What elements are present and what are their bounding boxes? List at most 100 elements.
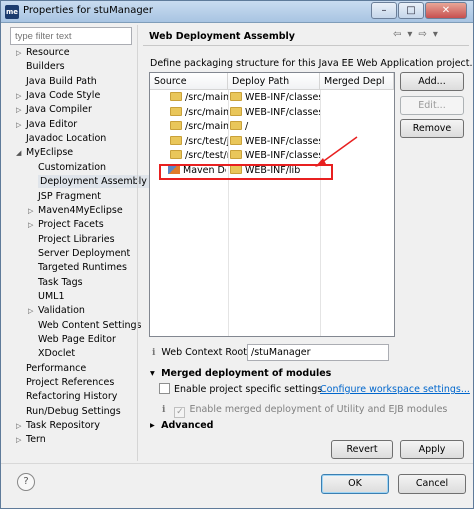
tree-item-label: Tern [26,434,46,446]
tree-item[interactable]: Web Content Settings [28,319,142,333]
folder-icon [170,92,182,101]
tree-item[interactable]: Run/Debug Settings [16,405,121,419]
tree-item-label: Web Page Editor [38,334,116,345]
cancel-button[interactable]: Cancel [398,474,466,494]
tree-item[interactable]: Performance [16,362,86,376]
maximize-button[interactable]: □ [398,2,424,19]
tree-item[interactable]: ▷ Resource [16,46,70,60]
add-button[interactable]: Add... [400,72,464,91]
column-header-deploy-path[interactable]: Deploy Path [228,73,320,90]
expand-arrow-icon[interactable]: ▷ [16,103,26,117]
tree-item[interactable]: Deployment Assembly [28,175,149,189]
tree-item[interactable]: ▷ Java Code Style [16,89,100,103]
advanced-section[interactable]: ▸ Advanced [150,420,214,431]
tree-item[interactable]: Customization [28,161,106,175]
expand-arrow-icon[interactable]: ▷ [16,89,26,103]
expand-arrow-icon[interactable]: ▷ [16,46,26,60]
back-arrow-icon[interactable]: ⇦ [393,29,401,40]
folder-icon [230,92,242,101]
expand-arrow-icon[interactable]: ▷ [16,433,26,447]
revert-button[interactable]: Revert [331,440,393,459]
tree-item[interactable]: ▷ Project Facets [28,218,104,232]
tree-item[interactable]: Web Page Editor [28,333,116,347]
tree-item[interactable]: Java Build Path [16,75,97,89]
tree-item[interactable]: ▷ Validation [28,304,85,318]
ok-button[interactable]: OK [321,474,389,494]
collapse-icon: ▾ [150,368,155,379]
merged-deployment-section[interactable]: ▾ Merged deployment of modules [150,368,331,379]
help-icon[interactable]: ? [17,473,35,491]
tree-item-label: Javadoc Location [26,133,107,145]
context-root-label: Web Context Root: [161,347,251,358]
folder-icon [230,150,242,160]
tree-item-label: Targeted Runtimes [38,262,127,274]
panel-divider[interactable] [137,25,138,461]
column-header-source[interactable]: Source [150,73,228,90]
tree-item[interactable]: Targeted Runtimes [28,261,127,275]
tree-item-label: Deployment Assembly [38,175,149,189]
deploy-path-text: WEB-INF/classes [245,92,320,103]
table-row[interactable]: /src/main/WEB-INF/classes [150,106,394,121]
configure-workspace-link[interactable]: Configure workspace settings... [320,384,470,395]
source-text: /src/test/ja [185,135,228,147]
forward-menu-icon[interactable]: ▾ [433,29,438,40]
merged-cell [322,91,392,106]
column-header-merged[interactable]: Merged Depl [320,73,394,90]
folder-icon [230,106,242,116]
expand-arrow-icon[interactable]: ▷ [16,419,26,433]
tree-item[interactable]: Refactoring History [16,390,117,404]
tree-item[interactable]: XDoclet [28,347,75,361]
filter-input[interactable] [10,27,132,45]
tree-item[interactable]: ▷ Task Repository [16,419,100,433]
expand-icon: ▸ [150,420,155,431]
merged-deployment-title: Merged deployment of modules [161,368,332,379]
forward-arrow-icon[interactable]: ⇨ [418,29,426,40]
tree-item[interactable]: ▷ Java Compiler [16,103,92,117]
close-button[interactable]: ✕ [425,2,467,19]
window-controls: – □ ✕ [370,2,467,19]
edit-button[interactable]: Edit... [400,96,464,115]
tree-item[interactable]: Javadoc Location [16,132,106,146]
tree-item[interactable]: Builders [16,60,65,74]
tree-item[interactable]: ▷ Java Editor [16,118,77,132]
tree-item[interactable]: ◢ MyEclipse [16,146,73,160]
expand-arrow-icon[interactable]: ▷ [16,118,26,132]
tree-item-label: Task Tags [38,276,83,288]
tree-item[interactable]: Server Deployment [28,247,130,261]
tree-item[interactable]: JSP Fragment [28,190,101,204]
tree-item-label: Java Code Style [26,90,101,102]
table-row[interactable]: /src/main/WEB-INF/classes [150,91,394,106]
tree-item-label: Java Build Path [26,75,97,87]
remove-button[interactable]: Remove [400,119,464,138]
context-root-row: i Web Context Root: [152,347,250,358]
tree-item[interactable]: Project Libraries [28,233,115,247]
title-bar[interactable]: me Properties for stuManager – □ ✕ [1,1,473,23]
expand-arrow-icon[interactable]: ▷ [28,304,38,318]
merged-utility-label: Enable merged deployment of Utility and … [189,404,448,415]
tree-item[interactable]: Project References [16,376,114,390]
folder-icon [230,121,242,131]
minimize-button[interactable]: – [371,2,397,19]
tree-item[interactable]: ▷ Tern [16,433,46,447]
tree-item[interactable]: UML1 [28,290,65,304]
tree-item-label: Task Repository [26,420,101,432]
expand-arrow-icon[interactable]: ◢ [16,146,26,160]
tree-item-label: Project Libraries [38,233,115,245]
folder-icon [170,135,182,145]
expand-arrow-icon[interactable]: ▷ [28,218,38,232]
properties-dialog: me Properties for stuManager – □ ✕ ▷Reso… [0,0,474,509]
tree-item[interactable]: ▷ Maven4MyEclipse [28,204,123,218]
context-root-input[interactable]: /stuManager [247,344,389,361]
tree-item-label: Resource [26,47,70,58]
apply-button[interactable]: Apply [400,440,464,459]
project-specific-row[interactable]: Enable project specific settings [159,383,322,395]
deploy-path-cell: WEB-INF/classes [230,91,320,106]
back-menu-icon[interactable]: ▾ [407,29,412,40]
deploy-path-cell: WEB-INF/classes [230,106,320,121]
expand-arrow-icon[interactable]: ▷ [28,204,38,218]
project-specific-checkbox[interactable] [159,383,170,394]
deployment-table[interactable]: Source Deploy Path Merged Depl /src/main… [149,72,395,337]
folder-icon [170,150,182,160]
header-separator [143,45,469,46]
tree-item[interactable]: Task Tags [28,276,83,290]
